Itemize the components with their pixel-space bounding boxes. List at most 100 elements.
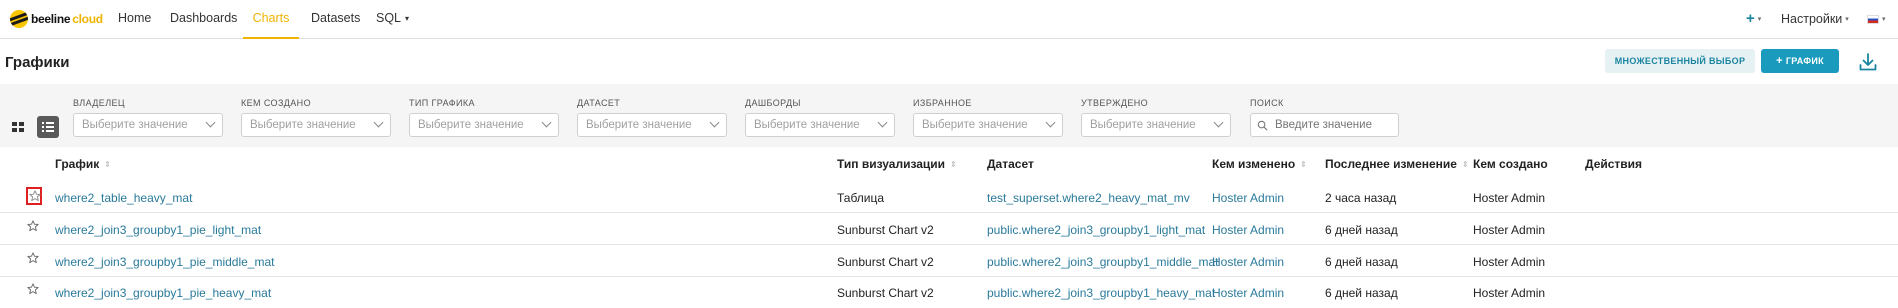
chart-name-link[interactable]: where2_table_heavy_mat [55,191,192,205]
dataset-link[interactable]: public.where2_join3_groupby1_heavy_mat [987,286,1215,300]
settings-menu[interactable]: Настройки ▾ [1781,0,1849,39]
beeline-logo-icon [10,10,28,28]
filter-label-certified: УТВЕРЖДЕНО [1081,98,1149,108]
table-row: where2_join3_groupby1_pie_heavy_mat Sunb… [0,277,1898,308]
viz-type-cell: Sunburst Chart v2 [837,223,934,237]
created-by-select[interactable]: Выберите значение [241,113,391,137]
favorite-star-button[interactable] [26,219,42,237]
chart-name-link[interactable]: where2_join3_groupby1_pie_light_mat [55,223,261,237]
filter-label-dataset: ДАТАСЕТ [577,98,621,108]
bulk-select-button[interactable]: МНОЖЕСТВЕННЫЙ ВЫБОР [1605,49,1755,73]
nav-charts[interactable]: Charts [243,0,299,39]
star-icon [27,283,39,295]
list-view-toggle[interactable] [37,116,59,138]
dataset-select[interactable]: Выберите значение [577,113,727,137]
chevron-down-icon [1213,117,1224,128]
chart-type-select[interactable]: Выберите значение [409,113,559,137]
sort-icon: ⇕ [1461,160,1469,169]
changed-by-link[interactable]: Hoster Admin [1212,286,1284,300]
sort-icon: ⇕ [104,160,111,169]
chevron-down-icon [709,117,720,128]
created-by-cell: Hoster Admin [1473,223,1546,237]
owner-select[interactable]: Выберите значение [73,113,223,137]
created-by-cell: Hoster Admin [1473,255,1546,269]
favorite-star-button[interactable] [26,282,42,300]
dashboards-select[interactable]: Выберите значение [745,113,895,137]
plus-icon: + [1776,55,1783,67]
filter-label-favorite: ИЗБРАННОЕ [913,98,972,108]
grid-view-toggle[interactable] [7,116,29,138]
chevron-down-icon: ▾ [405,14,410,23]
column-header-actions: Действия [1585,157,1643,171]
favorite-star-button[interactable] [26,251,42,269]
nav-home[interactable]: Home [118,0,151,39]
favorite-star-button[interactable] [26,187,42,205]
table-row: where2_join3_groupby1_pie_middle_mat Sun… [0,246,1898,277]
changed-on-cell: 6 дней назад [1325,223,1398,237]
chevron-down-icon: ▾ [1757,16,1762,23]
column-header-viz-type[interactable]: Тип визуализации ⇕ [837,157,957,171]
star-icon [27,252,39,264]
nav-datasets[interactable]: Datasets [311,0,360,39]
brand-logo[interactable]: beeline cloud [10,9,103,29]
language-menu[interactable]: ▾ [1867,0,1886,39]
changed-by-link[interactable]: Hoster Admin [1212,223,1284,237]
filter-label-dashboards: ДАШБОРДЫ [745,98,801,108]
grid-view-icon [12,122,24,132]
changed-on-cell: 6 дней назад [1325,255,1398,269]
column-header-dataset: Датасет [987,157,1034,171]
created-by-cell: Hoster Admin [1473,286,1546,300]
column-header-changed-on[interactable]: Последнее изменение ⇕ [1325,157,1469,171]
russian-flag-icon [1867,15,1879,24]
changed-on-cell: 6 дней назад [1325,286,1398,300]
column-header-chart[interactable]: График ⇕ [55,157,111,171]
column-header-created-by: Кем создано [1473,157,1548,171]
chart-name-link[interactable]: where2_join3_groupby1_pie_middle_mat [55,255,275,269]
favorite-select[interactable]: Выберите значение [913,113,1063,137]
table-row: where2_table_heavy_mat Таблица test_supe… [0,182,1898,213]
chevron-down-icon: ▾ [1845,16,1849,23]
sort-icon: ⇕ [950,160,957,169]
chevron-down-icon: ▾ [1882,16,1886,23]
chevron-down-icon [205,117,216,128]
created-by-cell: Hoster Admin [1473,191,1546,205]
filter-label-chart-type: ТИП ГРАФИКА [409,98,475,108]
viz-type-cell: Sunburst Chart v2 [837,286,934,300]
chevron-down-icon [1045,117,1056,128]
sort-icon: ⇕ [1300,160,1307,169]
column-header-changed-by[interactable]: Кем изменено ⇕ [1212,157,1307,171]
filter-label-search: ПОИСК [1250,98,1284,108]
download-icon[interactable] [1857,51,1879,73]
filter-label-owner: ВЛАДЕЛЕЦ [73,98,125,108]
settings-label: Настройки [1781,12,1843,26]
chart-name-link[interactable]: where2_join3_groupby1_pie_heavy_mat [55,286,271,300]
viz-type-cell: Sunburst Chart v2 [837,255,934,269]
chevron-down-icon [877,117,888,128]
dataset-link[interactable]: test_superset.where2_heavy_mat_mv [987,191,1190,205]
filter-label-created-by: КЕМ СОЗДАНО [241,98,311,108]
top-navbar: beeline cloud Home Dashboards Charts Data… [0,0,1898,39]
list-view-icon [42,122,54,132]
chevron-down-icon [373,117,384,128]
page-title: Графики [5,54,70,71]
table-header: График ⇕ Тип визуализации ⇕ Датасет Кем из… [0,157,1898,175]
changed-by-link[interactable]: Hoster Admin [1212,255,1284,269]
star-icon [27,220,39,232]
plus-icon: + [1746,10,1755,27]
add-chart-label: ГРАФИК [1785,56,1824,66]
table-row: where2_join3_groupby1_pie_light_mat Sunb… [0,214,1898,245]
viz-type-cell: Таблица [837,191,885,205]
new-menu[interactable]: + ▾ [1746,0,1761,39]
chevron-down-icon [541,117,552,128]
search-icon [1257,120,1268,131]
star-icon [29,190,41,202]
nav-dashboards[interactable]: Dashboards [170,0,237,39]
nav-sql[interactable]: SQL ▾ [376,0,410,39]
add-chart-button[interactable]: + ГРАФИК [1761,49,1839,73]
certified-select[interactable]: Выберите значение [1081,113,1231,137]
dataset-link[interactable]: public.where2_join3_groupby1_middle_mat [987,255,1219,269]
changed-on-cell: 2 часа назад [1325,191,1397,205]
dataset-link[interactable]: public.where2_join3_groupby1_light_mat [987,223,1205,237]
changed-by-link[interactable]: Hoster Admin [1212,191,1284,205]
search-input[interactable] [1250,113,1399,137]
